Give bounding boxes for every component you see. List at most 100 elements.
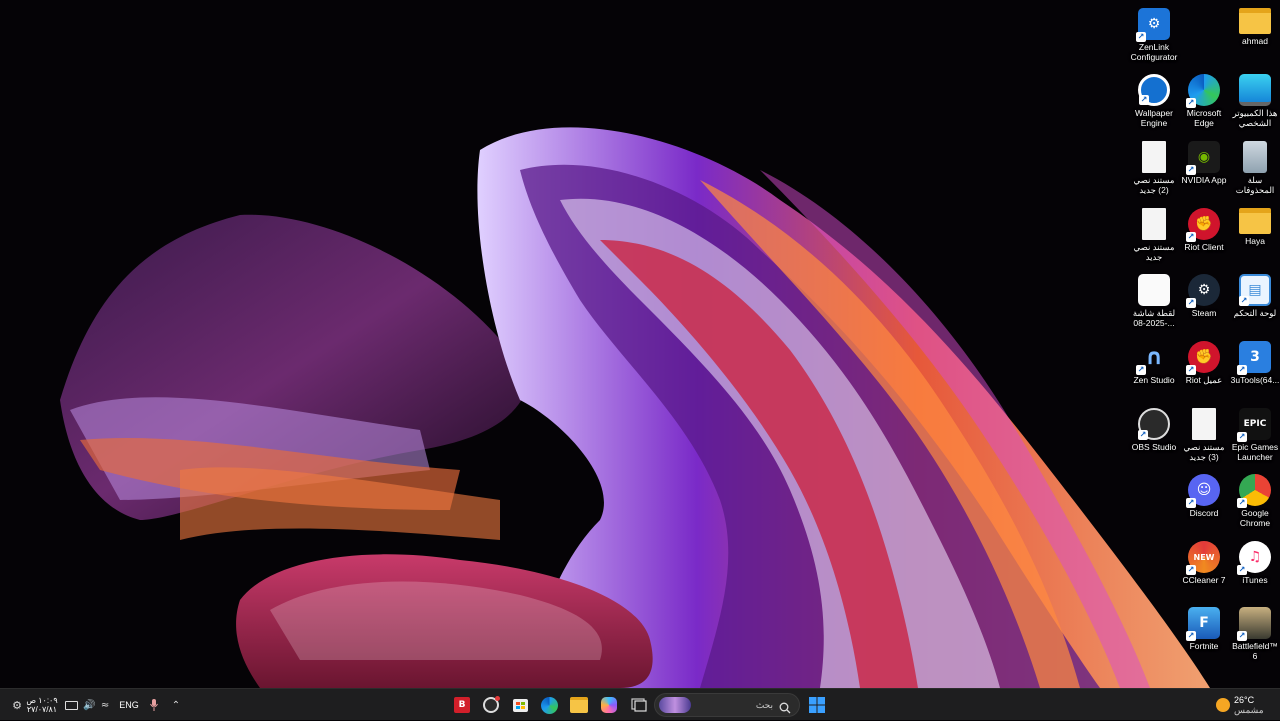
desktop-icon-label: 3uTools(64...	[1230, 375, 1280, 385]
desktop-icon[interactable]: ↗ Google Chrome	[1229, 470, 1280, 528]
language-indicator[interactable]: ENG	[116, 689, 142, 721]
language-label: ENG	[119, 700, 139, 710]
desktop-icon-label: لقطة شاشة 2025-08-...	[1132, 308, 1176, 328]
store-button[interactable]	[507, 692, 533, 718]
microphone-icon	[150, 699, 158, 711]
search-icon	[779, 699, 791, 718]
desktop-icon-label: ahmad	[1242, 36, 1268, 46]
desktop-icon[interactable]: ∩ ↗ Zen Studio	[1128, 337, 1180, 386]
text-document-icon	[1192, 408, 1216, 440]
desktop-wallpaper	[0, 0, 1280, 688]
3utools-icon: 3 ↗	[1237, 341, 1271, 375]
desktop-icon[interactable]: ♫ ↗ iTunes	[1229, 537, 1280, 585]
control-panel-icon: ▤ ↗	[1239, 274, 1271, 306]
desktop-icon[interactable]: مستند نصي (3) جديد	[1178, 404, 1230, 462]
network-volume-battery-group[interactable]: 🔊 ≈	[62, 689, 112, 721]
search-placeholder: بحث	[755, 700, 773, 710]
monitor-icon	[1239, 74, 1271, 106]
desktop-icon-label: iTunes	[1242, 575, 1268, 585]
desktop-icon[interactable]: ◉ ↗ NVIDIA App	[1178, 137, 1230, 185]
copilot-button[interactable]	[596, 692, 622, 718]
search-box[interactable]: بحث	[654, 693, 800, 717]
shortcut-arrow-icon: ↗	[1239, 296, 1249, 306]
desktop-icon[interactable]: مستند نصي جديد	[1128, 204, 1180, 262]
desktop-icon-label: Battlefield™ 6	[1232, 641, 1278, 661]
task-view-icon	[631, 698, 647, 712]
folder-icon	[570, 697, 588, 713]
shortcut-arrow-icon: ↗	[1186, 98, 1196, 108]
desktop-icon-label: ZenLink Configurator	[1130, 42, 1178, 62]
bitdefender-icon: B	[454, 697, 470, 713]
steam-icon: ⚙ ↗	[1186, 274, 1220, 308]
desktop-icon-label: OBS Studio	[1131, 442, 1177, 452]
zen-studio-icon: ∩ ↗	[1136, 344, 1163, 375]
desktop-icon[interactable]: Haya	[1229, 204, 1280, 246]
desktop-icon[interactable]: ↗ Wallpaper Engine	[1128, 70, 1180, 128]
desktop-icon[interactable]: ↗ Battlefield™ 6	[1229, 603, 1280, 661]
desktop-icon[interactable]: ↗ OBS Studio	[1128, 404, 1180, 452]
store-icon	[512, 698, 528, 712]
start-button[interactable]	[804, 692, 830, 718]
battlefield-icon: ↗	[1237, 607, 1271, 641]
wallpaper-engine-icon: ↗	[1138, 74, 1170, 106]
screenshot-image-icon	[1138, 274, 1170, 306]
wallpaper-art	[0, 0, 1280, 688]
desktop-icon[interactable]: ahmad	[1229, 4, 1280, 46]
microphone-button[interactable]	[146, 689, 162, 721]
weather-temp: 26°C	[1234, 695, 1255, 705]
folder-icon	[1239, 8, 1271, 34]
weather-widget[interactable]: 26°C مشمس	[1216, 689, 1278, 721]
file-explorer-button[interactable]	[566, 692, 592, 718]
desktop-icon[interactable]: ⚙ ↗ Steam	[1178, 270, 1230, 318]
desktop-icon[interactable]: هذا الكمبيوتر الشخصي	[1229, 70, 1280, 128]
desktop-icon[interactable]: NEW ↗ CCleaner 7	[1178, 537, 1230, 585]
desktop-icon-label: Discord	[1189, 508, 1219, 518]
shortcut-arrow-icon: ↗	[1237, 365, 1247, 375]
desktop-icon[interactable]: EPIC ↗ Epic Games Launcher	[1229, 404, 1280, 462]
desktop-icon[interactable]: ✊ ↗ Riot عميل	[1178, 337, 1230, 385]
obs-button[interactable]	[478, 692, 504, 718]
windows-logo-icon	[809, 697, 825, 713]
desktop-icon-label: Zen Studio	[1133, 375, 1175, 385]
desktop-icon-label: مستند نصي (2) جديد	[1133, 175, 1175, 195]
desktop-icon[interactable]: 3 ↗ 3uTools(64...	[1229, 337, 1280, 385]
bitdefender-button[interactable]: B	[449, 692, 475, 718]
copilot-icon	[601, 697, 617, 713]
task-view-button[interactable]	[626, 692, 652, 718]
desktop-icon[interactable]: ⚙ ↗ ZenLink Configurator	[1128, 4, 1180, 62]
shortcut-arrow-icon: ↗	[1136, 365, 1146, 375]
desktop-icon-label: هذا الكمبيوتر الشخصي	[1232, 108, 1278, 128]
desktop-icon-label: Wallpaper Engine	[1135, 108, 1173, 128]
desktop-icon-label: CCleaner 7	[1182, 575, 1226, 585]
desktop-icon[interactable]: ↗ Microsoft Edge	[1178, 70, 1230, 128]
desktop-icon-label: Riot عميل	[1185, 375, 1223, 385]
shortcut-arrow-icon: ↗	[1186, 631, 1196, 641]
show-hidden-icons-button[interactable]: ⌃	[168, 689, 184, 721]
desktop-icon[interactable]: F ↗ Fortnite	[1178, 603, 1230, 651]
settings-tray-button[interactable]: ⚙	[10, 689, 24, 721]
search-highlight-image	[659, 697, 691, 713]
desktop-icon-label: Google Chrome	[1239, 508, 1271, 528]
desktop-icon-label: Fortnite	[1189, 641, 1219, 651]
shortcut-arrow-icon: ↗	[1237, 565, 1247, 575]
desktop-icon-label: لوحة التحكم	[1233, 308, 1277, 318]
desktop-icon[interactable]: مستند نصي (2) جديد	[1128, 137, 1180, 195]
zenlink-icon: ⚙ ↗	[1136, 8, 1170, 42]
desktop-icon-label: Microsoft Edge	[1186, 108, 1222, 128]
desktop-icon[interactable]: سلة المحذوفات	[1229, 137, 1280, 195]
obs-icon	[483, 696, 500, 713]
desktop-icon-label: Haya	[1245, 236, 1265, 246]
desktop-icon[interactable]: لقطة شاشة 2025-08-...	[1128, 270, 1180, 328]
chevron-up-icon: ⌃	[171, 699, 181, 711]
shortcut-arrow-icon: ↗	[1138, 430, 1148, 440]
discord-icon: ☺ ↗	[1186, 474, 1220, 508]
clock[interactable]: ١٠:٠٩ ص ٢٧/٠٧/٨١	[24, 689, 60, 721]
desktop-icon[interactable]: ☺ ↗ Discord	[1178, 470, 1230, 518]
desktop-icon[interactable]: ✊ ↗ Riot Client	[1178, 204, 1230, 252]
shortcut-arrow-icon: ↗	[1186, 565, 1196, 575]
desktop-icon[interactable]: ▤ ↗ لوحة التحكم	[1229, 270, 1280, 318]
edge-button[interactable]	[536, 692, 562, 718]
epic-games-icon: EPIC ↗	[1237, 408, 1271, 442]
clock-date: ٢٧/٠٧/٨١	[26, 705, 58, 714]
desktop-icon-label: Epic Games Launcher	[1231, 442, 1279, 462]
